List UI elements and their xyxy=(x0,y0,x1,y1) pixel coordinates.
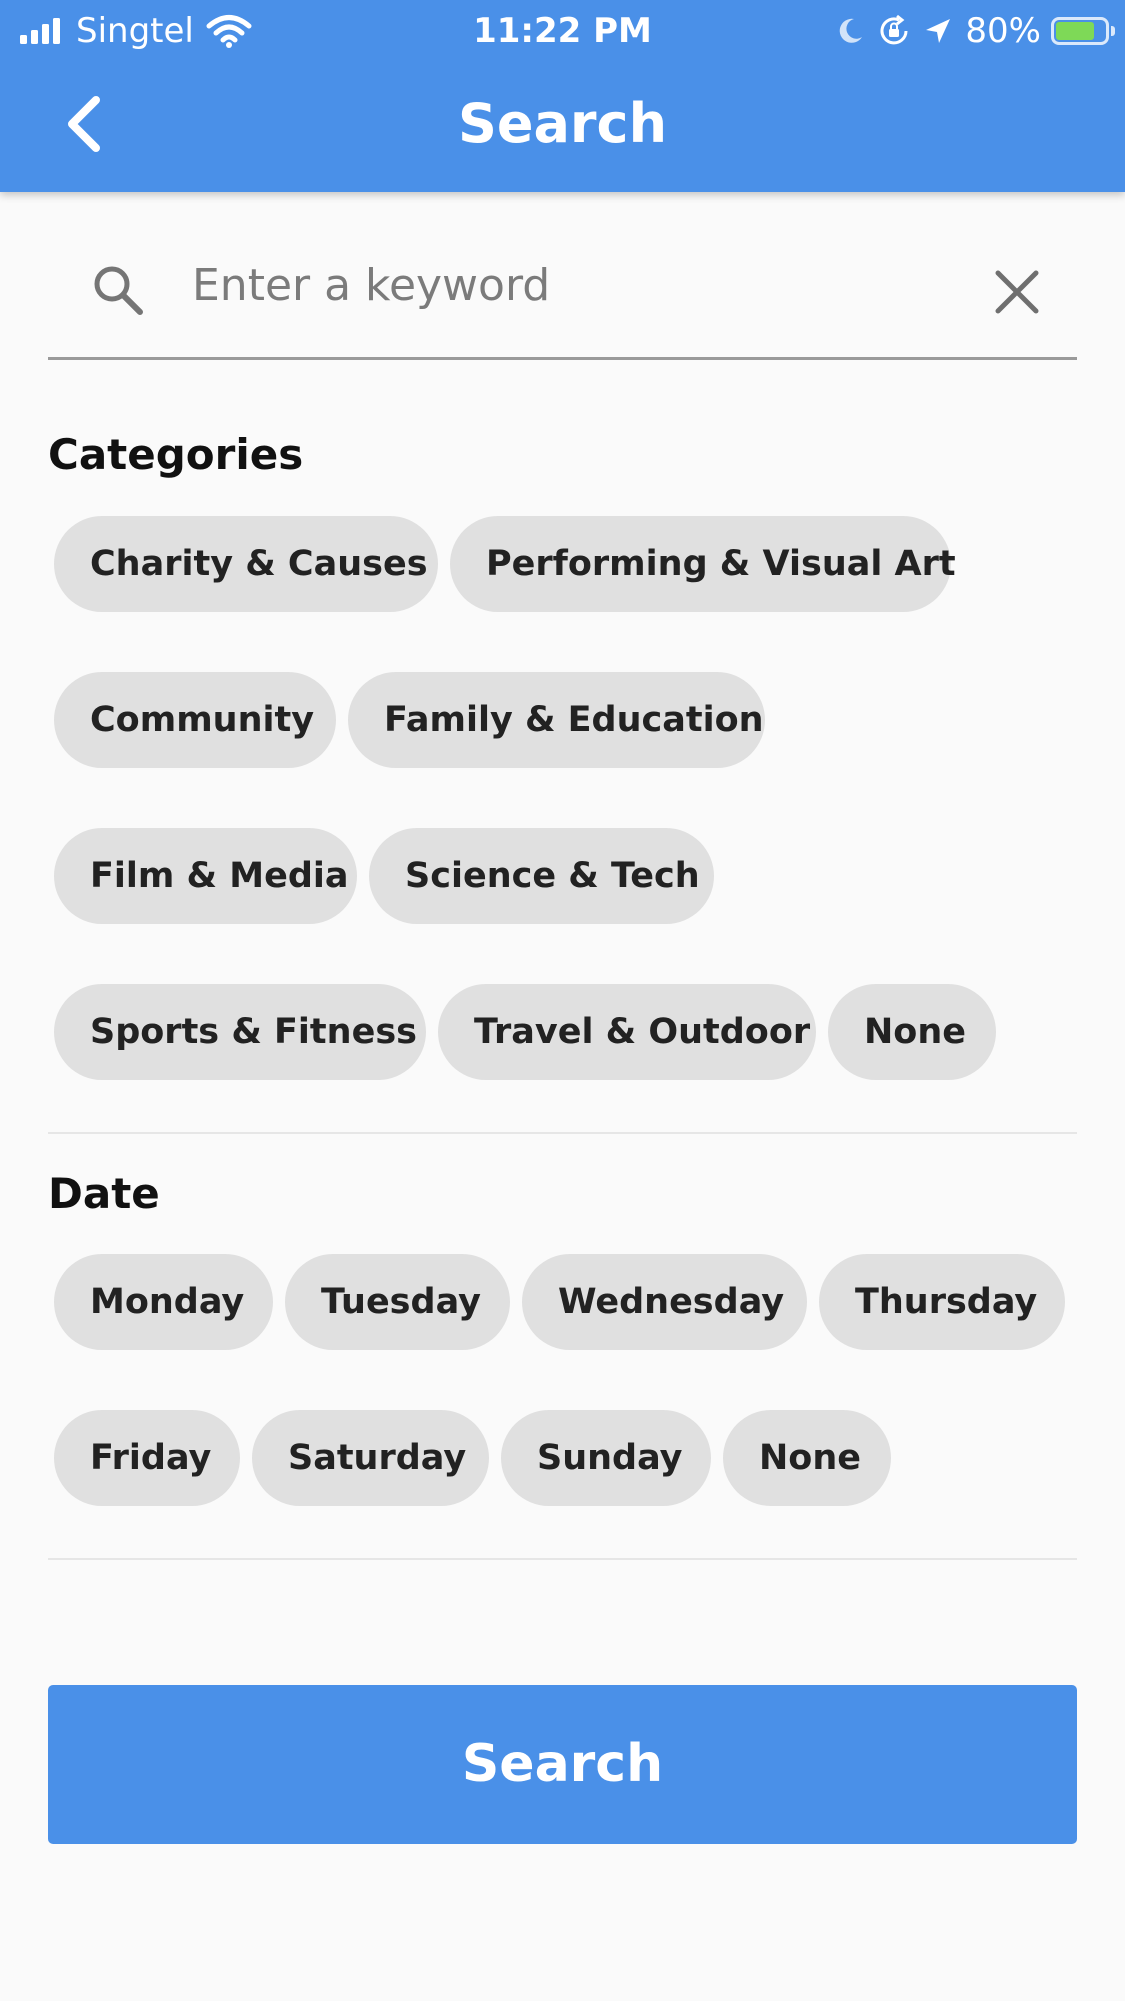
date-chip-none[interactable]: None xyxy=(723,1410,891,1506)
category-chip-film-media[interactable]: Film & Media xyxy=(54,828,357,924)
date-chip-friday[interactable]: Friday xyxy=(54,1410,240,1506)
category-chip-none[interactable]: None xyxy=(828,984,996,1080)
date-chip-thursday[interactable]: Thursday xyxy=(819,1254,1065,1350)
date-divider xyxy=(48,1558,1077,1560)
categories-heading: Categories xyxy=(48,430,304,479)
date-chip-sunday[interactable]: Sunday xyxy=(501,1410,711,1506)
date-chip-wednesday[interactable]: Wednesday xyxy=(522,1254,807,1350)
category-chip-sports-fitness[interactable]: Sports & Fitness xyxy=(54,984,426,1080)
search-button[interactable]: Search xyxy=(48,1685,1077,1844)
category-chip-family-education[interactable]: Family & Education xyxy=(348,672,765,768)
status-icons: 80% xyxy=(835,8,1115,54)
app-header: Singtel 11:22 PM 80% Search xyxy=(0,0,1125,192)
category-chip-performing-visual-art[interactable]: Performing & Visual Art xyxy=(450,516,956,612)
search-bar xyxy=(48,244,1077,360)
date-chip-tuesday[interactable]: Tuesday xyxy=(285,1254,510,1350)
category-chip-science-tech[interactable]: Science & Tech xyxy=(369,828,714,924)
clear-search-button[interactable] xyxy=(972,252,1062,332)
category-chip-travel-outdoor[interactable]: Travel & Outdoor xyxy=(438,984,816,1080)
status-bar: Singtel 11:22 PM 80% xyxy=(0,0,1125,62)
location-arrow-icon xyxy=(926,19,951,43)
category-chip-community[interactable]: Community xyxy=(54,672,336,768)
category-chip-charity-causes[interactable]: Charity & Causes xyxy=(54,516,438,612)
page-title: Search xyxy=(457,92,668,155)
date-chip-saturday[interactable]: Saturday xyxy=(252,1410,489,1506)
orientation-lock-icon xyxy=(880,14,908,45)
search-icon xyxy=(94,266,143,315)
date-heading: Date xyxy=(48,1169,160,1218)
date-chip-monday[interactable]: Monday xyxy=(54,1254,273,1350)
battery-percent: 80% xyxy=(965,11,1041,51)
moon-icon xyxy=(840,18,863,43)
nav-bar: Search xyxy=(0,62,1125,192)
close-icon xyxy=(995,270,1039,314)
battery-charging-icon xyxy=(1051,17,1115,45)
battery-level-fill xyxy=(1056,22,1094,40)
search-input[interactable] xyxy=(192,250,972,320)
categories-divider xyxy=(48,1132,1077,1134)
